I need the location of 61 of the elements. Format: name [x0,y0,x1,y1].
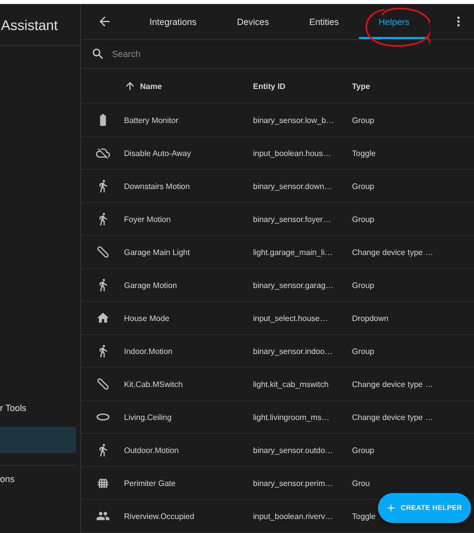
table-cell-text: Downstairs Motion [124,182,191,190]
fence-icon [96,476,110,490]
table-cell: Toggle [352,148,376,158]
sidebar-item[interactable]: ons [0,465,76,492]
table-cell-text: binary_sensor.indoo… [253,346,334,356]
table-cell-text: Garage Main Light [124,248,191,256]
annotation-circle-drawing [366,8,430,48]
table-cell-text: Battery Monitor [124,116,180,124]
cloud-off-icon [96,146,110,160]
table-cell-text: input_boolean.riverv… [253,512,334,520]
table-cell-text: Foyer Motion [124,214,172,224]
table-cell-text: Living.Ceiling [124,412,173,422]
table-cell: Change device type … [352,248,433,256]
table-cell-text: Perimiter Gate [124,478,177,488]
table-cell: Group [352,214,374,224]
people-icon [96,509,110,523]
table-cell-text: binary_sensor.perim… [253,478,334,488]
table-cell: Change device type … [352,380,433,388]
table-cell-text: binary_sensor.outdo… [253,446,334,454]
table-cell-text: light.garage_main_li… [253,248,334,256]
light-tube-icon [96,377,110,391]
light-tube-icon [96,245,110,259]
table-cell-text: Garage Motion [124,280,178,290]
table-cell-text: binary_sensor.down… [253,182,334,190]
search-field[interactable]: Search [110,48,314,60]
sidebar-item[interactable]: r Tools [0,395,76,421]
table-cell: Group [352,182,374,190]
table-cell-text: House Mode [124,314,170,322]
table-cell: Group [352,346,374,356]
table-cell: Grou [352,478,370,488]
tab[interactable]: Devices [218,4,288,40]
column-header[interactable]: Name [140,82,162,90]
table-cell-text: input_boolean.hous… [253,148,332,158]
table-cell: Dropdown [352,314,388,322]
sort-ascending-icon[interactable] [124,80,136,92]
table-cell-text: binary_sensor.garag… [253,280,334,290]
plus-icon[interactable] [384,502,397,514]
home-icon [96,311,110,325]
table-cell: Group [352,116,374,124]
table-cell-text: light.kit_cab_mswitch [253,380,330,388]
table-cell: Change device type … [352,412,433,422]
search-icon [91,47,105,62]
table-cell-text: input_select.house… [253,314,329,322]
tab[interactable]: Entities [289,4,359,40]
table-cell-text: Riverview.Occupied [124,512,196,520]
column-header[interactable]: Type [352,82,370,90]
column-header[interactable]: Entity ID [253,82,286,90]
table-cell: Toggle [352,512,376,520]
table-cell: Group [352,446,374,454]
table-cell-text: binary_sensor.foyer… [253,214,332,224]
table-cell-text: Indoor.Motion [124,346,174,356]
app-title: Assistant [1,16,58,32]
table-cell-text: light.livingroom_ms… [253,412,330,422]
ceiling-light-icon [96,412,110,422]
tab[interactable]: Helpers [359,4,429,40]
table-cell-text: Kit.Cab.MSwitch [124,380,184,388]
tab[interactable]: Integrations [138,4,208,40]
table-cell-text: Outdoor.Motion [124,446,180,454]
table-cell-text: binary_sensor.low_b… [253,116,335,124]
table-cell-text: Disable Auto-Away [124,148,192,158]
table-cell: Group [352,280,374,290]
